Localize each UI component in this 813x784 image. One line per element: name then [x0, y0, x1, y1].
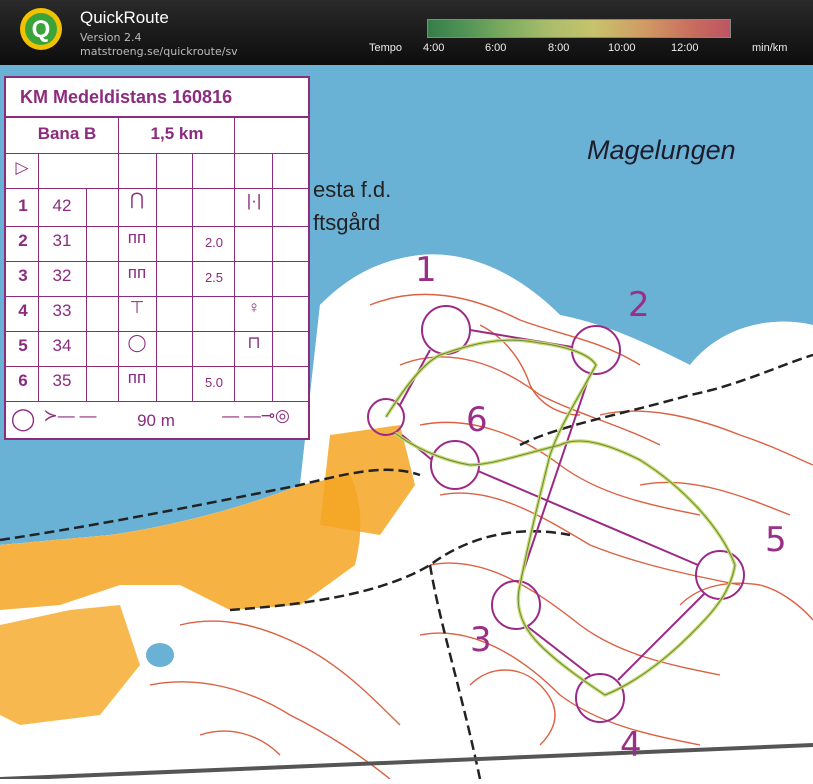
side-symbol-icon: |·| — [246, 191, 262, 210]
course-length: 1,5 km — [150, 124, 204, 143]
control-number: 6 — [466, 400, 488, 440]
control-code: 42 — [52, 196, 72, 215]
app-url[interactable]: matstroeng.se/quickroute/sv — [80, 45, 238, 58]
control-no: 1 — [18, 196, 28, 215]
control-code: 32 — [52, 266, 72, 285]
foot-symbol-icon: ⊓ — [247, 333, 261, 352]
tempo-unit: min/km — [752, 42, 788, 54]
course-name: Bana B — [37, 124, 97, 143]
app-header: Q QuickRoute Version 2.4 matstroeng.se/q… — [0, 0, 813, 65]
finish-target-icon: — —⊸◎ — [222, 406, 290, 425]
app-title: QuickRoute — [80, 8, 169, 27]
cliff-symbol-icon: ᴨᴨ — [127, 228, 147, 247]
control-number: 1 — [415, 250, 437, 290]
card-title: KM Medeldistans 160816 — [6, 78, 308, 118]
tempo-tick: 8:00 — [548, 42, 570, 54]
control-code: 33 — [52, 301, 72, 320]
svg-text:Q: Q — [32, 16, 51, 43]
app-version: Version 2.4 — [80, 31, 142, 44]
tempo-tick: 12:00 — [671, 42, 699, 54]
control-no: 2 — [18, 231, 28, 250]
control-number: 2 — [628, 285, 650, 325]
dimension-value: 2.0 — [204, 235, 224, 250]
lake-label: Magelungen — [587, 135, 736, 165]
control-no: 6 — [18, 371, 28, 390]
pond — [146, 643, 174, 667]
control-code: 35 — [52, 371, 72, 390]
finish-arrow-icon: ≻— — — [43, 406, 97, 425]
dimension-value: 2.5 — [204, 270, 224, 285]
finish-distance: 90 m — [137, 411, 175, 430]
tempo-legend-title: Tempo — [369, 42, 403, 54]
control-code: 34 — [52, 336, 72, 355]
place-label: ftsgård — [313, 210, 381, 235]
start-triangle-icon: ▷ — [15, 158, 29, 177]
control-number: 5 — [765, 520, 787, 560]
cliff-symbol-icon: ᴨᴨ — [127, 368, 147, 387]
tempo-color-scale — [427, 19, 731, 38]
control-code: 31 — [52, 231, 72, 250]
control-number: 4 — [620, 725, 642, 765]
spur-symbol-icon: ⊤ — [129, 298, 145, 317]
control-no: 3 — [18, 266, 28, 285]
boulder-symbol-icon: ◯ — [127, 333, 147, 352]
cliff-symbol-icon: ᴨᴨ — [127, 263, 147, 282]
control-description-card: KM Medeldistans 160816 Bana B 1,5 km ▷ 1… — [4, 76, 310, 440]
tempo-tick: 6:00 — [485, 42, 507, 54]
quickroute-logo-icon: Q — [20, 8, 62, 50]
position-symbol-icon: ♀ — [247, 298, 261, 317]
control-number: 3 — [470, 620, 492, 660]
knoll-symbol-icon: ⋂ — [130, 190, 144, 209]
tempo-tick: 4:00 — [423, 42, 445, 54]
control-no: 4 — [18, 301, 28, 320]
tempo-tick: 10:00 — [608, 42, 636, 54]
dimension-value: 5.0 — [204, 375, 224, 390]
control-no: 5 — [18, 336, 28, 355]
place-label: esta f.d. — [313, 177, 392, 202]
start-circle-icon: ◯ — [10, 406, 36, 431]
